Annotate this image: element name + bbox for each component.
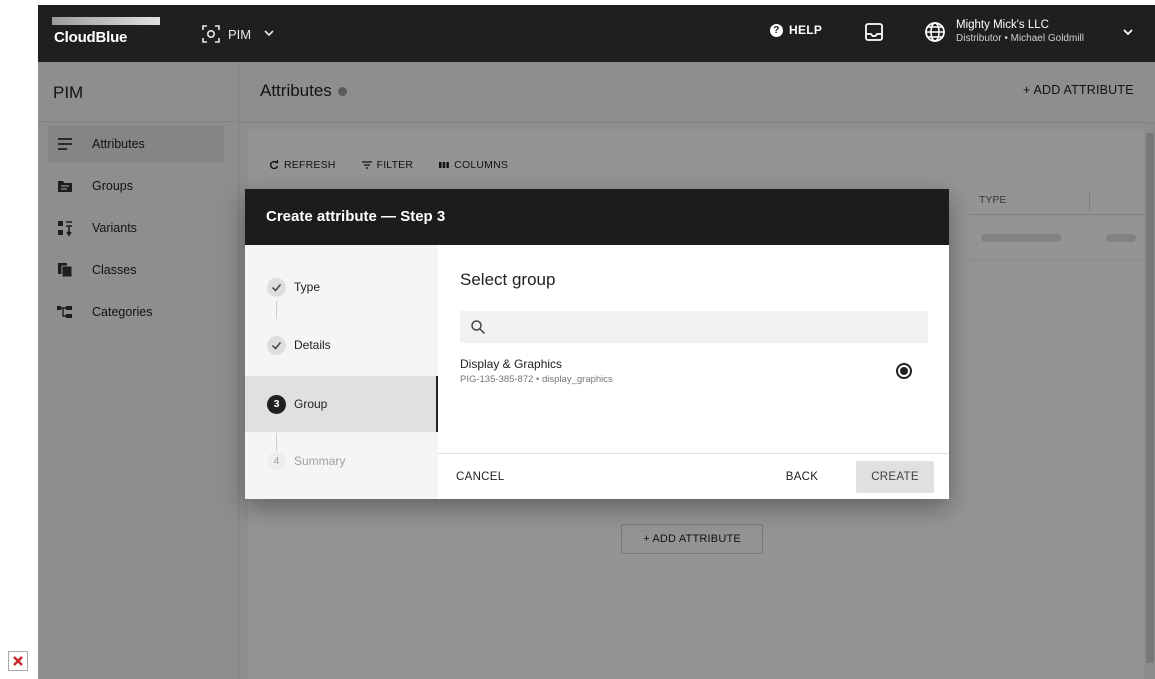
module-switcher[interactable]: PIM <box>200 22 275 46</box>
inbox-icon[interactable] <box>863 21 885 43</box>
step-label: Details <box>294 338 331 352</box>
create-attribute-dialog: Create attribute — Step 3 Type Details 3… <box>245 189 949 499</box>
step-summary[interactable]: 4 Summary <box>245 433 438 489</box>
dialog-body: Select group Display & Graphics PIG-135-… <box>438 245 949 453</box>
check-icon <box>267 277 286 297</box>
dialog-header: Create attribute — Step 3 <box>245 189 949 245</box>
back-button[interactable]: BACK <box>780 462 824 492</box>
topbar: CloudBlue PIM ? HELP Mighty Mick's LLC D… <box>38 5 1155 62</box>
step-number: 3 <box>267 394 286 414</box>
step-label: Group <box>294 397 328 411</box>
account-menu[interactable]: Mighty Mick's LLC Distributor • Michael … <box>956 19 1084 45</box>
chevron-down-icon <box>263 27 275 42</box>
group-meta: PIG-135-385-872 • display_graphics <box>460 374 613 385</box>
account-name: Mighty Mick's LLC <box>956 19 1049 31</box>
brand-name: CloudBlue <box>54 29 128 46</box>
help-label: HELP <box>789 23 823 37</box>
brand-logo[interactable]: CloudBlue <box>52 17 162 47</box>
cancel-button[interactable]: CANCEL <box>456 462 504 492</box>
step-number: 4 <box>267 451 286 471</box>
account-role: Distributor • Michael Goldmill <box>956 33 1084 44</box>
wizard-stepper: Type Details 3 Group 4 Summary <box>245 245 438 499</box>
group-radio-selected[interactable] <box>896 363 912 379</box>
section-title: Select group <box>460 270 556 289</box>
dialog-footer: CANCEL BACK CREATE <box>438 453 949 499</box>
broken-image-icon <box>8 651 28 671</box>
globe-icon[interactable] <box>923 20 947 44</box>
step-details[interactable]: Details <box>245 317 438 373</box>
group-name: Display & Graphics <box>460 357 563 371</box>
search-input[interactable] <box>460 311 928 343</box>
module-icon <box>200 23 222 45</box>
help-button[interactable]: ? HELP <box>770 23 822 37</box>
account-chevron-icon[interactable] <box>1121 25 1135 39</box>
search-icon <box>470 319 486 335</box>
step-label: Type <box>294 280 321 294</box>
step-group[interactable]: 3 Group <box>245 376 438 432</box>
help-icon: ? <box>770 23 783 37</box>
create-button[interactable]: CREATE <box>856 461 934 493</box>
step-type[interactable]: Type <box>245 259 438 315</box>
check-icon <box>267 335 286 355</box>
app-window: CloudBlue PIM ? HELP Mighty Mick's LLC D… <box>38 5 1155 679</box>
step-label: Summary <box>294 454 346 468</box>
dialog-title: Create attribute — Step 3 <box>266 208 446 225</box>
module-name: PIM <box>228 26 252 42</box>
